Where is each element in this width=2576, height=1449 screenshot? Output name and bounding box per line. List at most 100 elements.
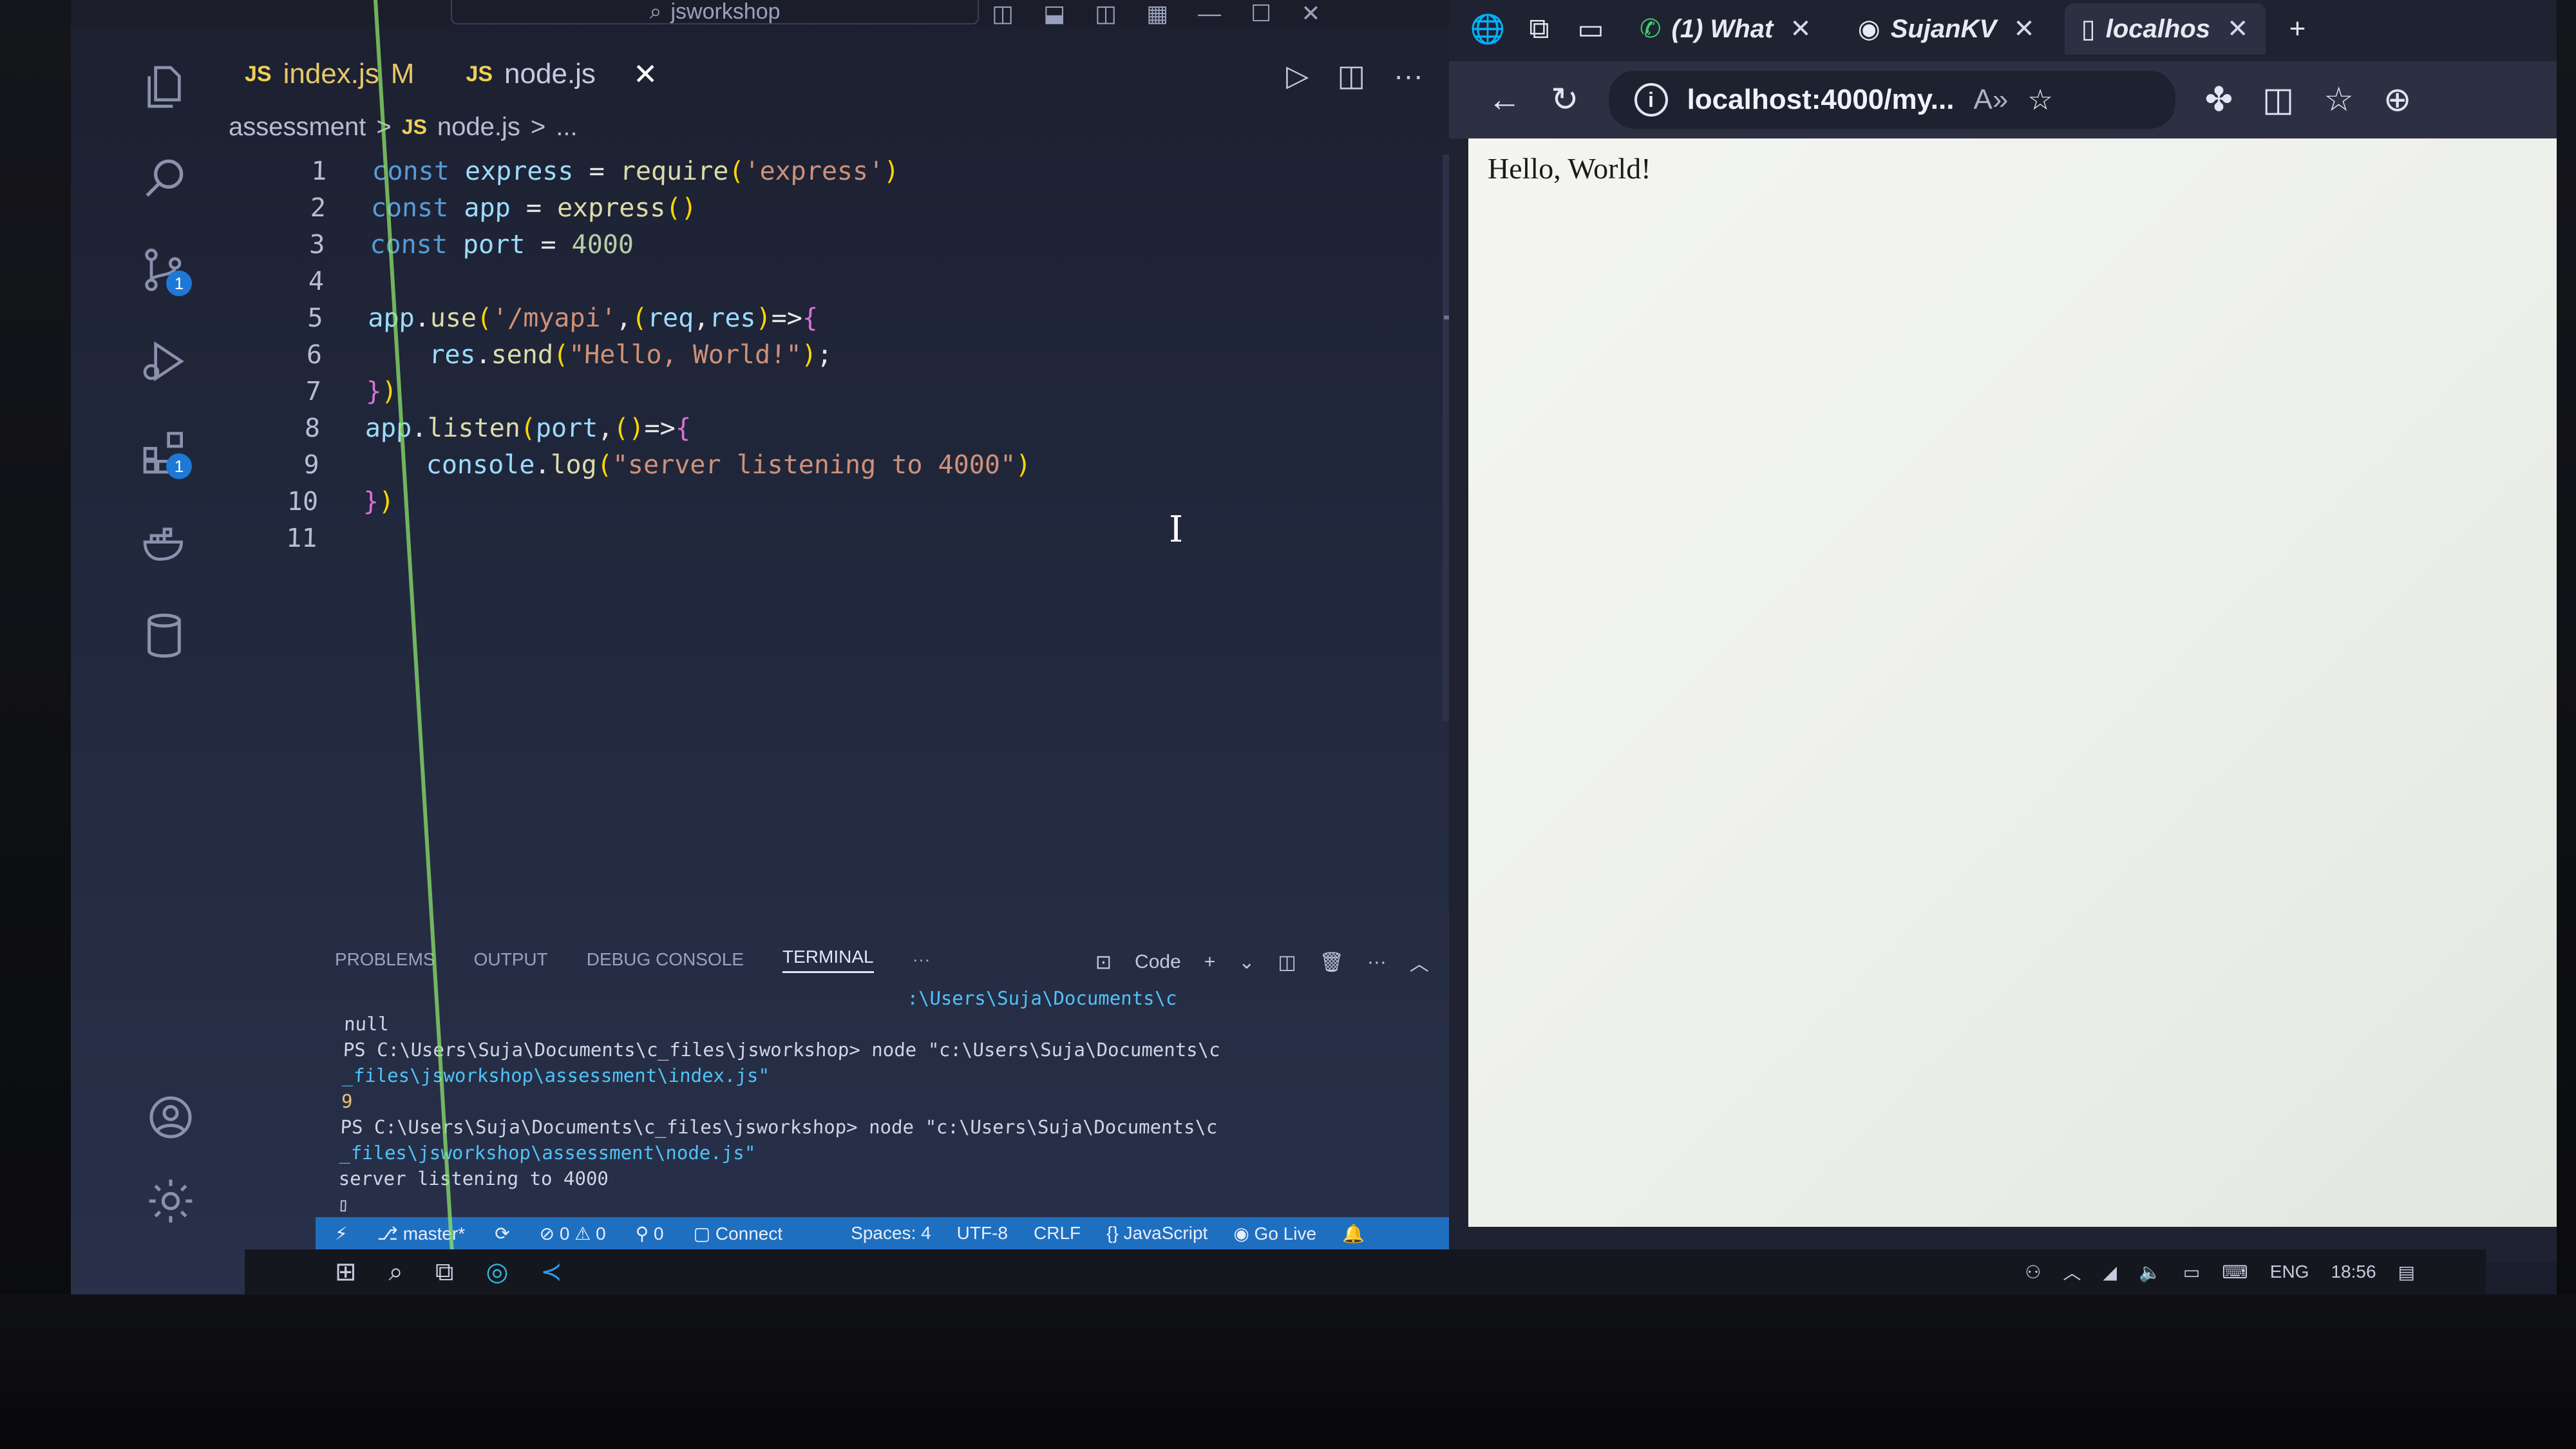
input-language[interactable]: ENG xyxy=(2270,1262,2309,1282)
split-editor-icon[interactable]: ◫ xyxy=(1338,58,1365,93)
connect-status[interactable]: ▢ Connect xyxy=(694,1223,783,1244)
trash-icon[interactable]: 🗑 xyxy=(1320,951,1344,974)
volume-icon[interactable]: 🔈 xyxy=(2139,1262,2161,1283)
back-arrow-icon[interactable]: ← xyxy=(1488,80,1521,119)
close-icon[interactable]: ✕ xyxy=(1301,0,1320,27)
code-line[interactable]: 4 xyxy=(265,263,1036,300)
terminal-output[interactable]: :\Users\Suja\Documents\c null PS C:\Users\… xyxy=(337,985,1222,1217)
more-actions-icon[interactable]: ··· xyxy=(1394,58,1423,93)
breadcrumb-folder[interactable]: assessment xyxy=(229,113,366,142)
notifications-bell-icon[interactable]: 🔔 xyxy=(1342,1223,1365,1244)
tab-debug-console[interactable]: DEBUG CONSOLE xyxy=(587,949,744,970)
refresh-icon[interactable]: ↻ xyxy=(1551,80,1579,119)
close-tab-icon[interactable]: ✕ xyxy=(2013,14,2035,44)
code-text: const port = 4000 xyxy=(369,230,634,260)
tab-terminal[interactable]: TERMINAL xyxy=(782,947,874,973)
clock[interactable]: 18:56 xyxy=(2331,1262,2376,1282)
address-bar[interactable]: i localhost:4000/my... A» ☆ xyxy=(1608,71,2175,129)
breadcrumb: assessment > JS node.js > ... xyxy=(229,113,578,142)
chevron-down-icon[interactable]: ⌄ xyxy=(1238,951,1255,974)
extensions-icon[interactable]: 1 xyxy=(135,424,193,482)
search-icon[interactable]: ⌕ xyxy=(389,1258,403,1287)
chevron-up-icon[interactable]: ︿ xyxy=(2063,1259,2081,1285)
terminal-shell-label[interactable]: Code xyxy=(1135,951,1181,973)
maximize-icon[interactable]: ☐ xyxy=(1251,0,1271,27)
windows-start-icon[interactable]: ⊞ xyxy=(335,1257,357,1287)
panel-more-tabs[interactable]: ··· xyxy=(913,949,931,970)
remote-icon[interactable]: ⚡ xyxy=(335,1223,348,1244)
close-tab-icon[interactable]: ✕ xyxy=(2227,14,2249,44)
new-terminal-icon[interactable]: + xyxy=(1204,951,1216,973)
task-view-icon[interactable]: ⧉ xyxy=(435,1258,454,1287)
close-tab-icon[interactable]: ✕ xyxy=(633,57,658,91)
settings-gear-icon[interactable] xyxy=(142,1172,200,1230)
code-line[interactable]: 5 app.use('/myapi',(req,res)=>{ xyxy=(265,300,1036,337)
read-aloud-icon[interactable]: A» xyxy=(1973,84,2008,116)
go-live-status[interactable]: ◉ Go Live xyxy=(1233,1223,1316,1244)
code-line[interactable]: 8 app.listen(port,()=>{ xyxy=(261,410,1032,447)
problems-status[interactable]: ⊘ 0 ⚠ 0 xyxy=(540,1223,606,1244)
code-line[interactable]: 3 const port = 4000 xyxy=(267,227,1037,263)
maximize-panel-icon[interactable]: ︿ xyxy=(1410,948,1429,976)
customize-layout-icon[interactable]: ▦ xyxy=(1146,0,1168,27)
toggle-sidebar-icon[interactable]: ◫ xyxy=(992,0,1014,27)
explorer-icon[interactable] xyxy=(135,58,193,116)
extensions-puzzle-icon[interactable]: ✤ xyxy=(2205,80,2233,119)
language-status[interactable]: {} JavaScript xyxy=(1106,1223,1208,1244)
tab-output[interactable]: OUTPUT xyxy=(474,949,548,970)
breadcrumb-symbol[interactable]: ... xyxy=(556,113,577,142)
breadcrumb-file[interactable]: node.js xyxy=(437,113,520,142)
ports-status[interactable]: ⚲ 0 xyxy=(636,1223,664,1244)
info-icon[interactable]: i xyxy=(1634,83,1668,117)
code-line[interactable]: 7}) xyxy=(263,374,1034,410)
code-line[interactable]: 9 console.log("server listening to 4000"… xyxy=(261,447,1032,484)
indentation-status[interactable]: Spaces: 4 xyxy=(851,1223,931,1244)
line-number: 1 xyxy=(310,156,328,186)
collections-icon[interactable]: ⊕ xyxy=(2383,80,2412,119)
tab-node-js[interactable]: JS node.js ✕ xyxy=(440,45,683,103)
split-terminal-icon[interactable]: ◫ xyxy=(1278,951,1296,974)
encoding-status[interactable]: UTF-8 xyxy=(957,1223,1008,1244)
minimize-icon[interactable]: — xyxy=(1198,0,1221,27)
more-actions-icon[interactable]: ··· xyxy=(1367,951,1387,973)
notifications-icon[interactable]: ▤ xyxy=(2398,1262,2415,1283)
favorite-star-icon[interactable]: ☆ xyxy=(2027,84,2052,117)
battery-icon[interactable]: ▭ xyxy=(2183,1262,2200,1283)
tab-actions-icon[interactable]: ▭ xyxy=(1571,10,1610,48)
run-debug-icon[interactable] xyxy=(135,332,193,390)
people-icon[interactable]: ⚇ xyxy=(2025,1262,2041,1283)
branch-name: master* xyxy=(402,1223,466,1244)
command-center[interactable]: ⌕ jsworkshop xyxy=(451,0,979,24)
edge-icon[interactable]: ◎ xyxy=(486,1257,508,1287)
eol-status[interactable]: CRLF xyxy=(1034,1223,1081,1244)
code-editor[interactable]: 1 const express = require('express') 2 cons… xyxy=(259,153,1039,557)
database-icon[interactable] xyxy=(135,607,193,665)
browser-tab-localhost[interactable]: ▯ localhos ✕ xyxy=(2064,3,2266,55)
tab-index-js[interactable]: JS index.js M xyxy=(219,45,440,103)
code-line[interactable]: 11 xyxy=(259,520,1030,557)
split-screen-icon[interactable]: ◫ xyxy=(2262,80,2294,119)
tab-problems[interactable]: PROBLEMS xyxy=(335,949,435,970)
favorites-icon[interactable]: ☆ xyxy=(2324,80,2354,119)
browser-tab-github[interactable]: ◉ SujanKV ✕ xyxy=(1841,3,2052,55)
code-line[interactable]: 2 const app = express() xyxy=(267,190,1038,227)
source-control-icon[interactable]: 1 xyxy=(135,241,193,299)
new-tab-icon[interactable]: + xyxy=(2278,10,2317,48)
close-tab-icon[interactable]: ✕ xyxy=(1790,14,1812,44)
search-icon[interactable] xyxy=(135,149,193,207)
toggle-panel-icon[interactable]: ⬓ xyxy=(1043,0,1065,27)
vscode-icon[interactable]: ≺ xyxy=(540,1257,562,1287)
browser-tab-whatsapp[interactable]: ✆ (1) What ✕ xyxy=(1623,3,1828,55)
accounts-icon[interactable] xyxy=(142,1088,200,1146)
docker-icon[interactable] xyxy=(135,515,193,573)
code-line[interactable]: 6 res.send("Hello, World!"); xyxy=(263,337,1034,374)
sync-icon[interactable]: ⟳ xyxy=(495,1223,509,1244)
network-icon[interactable]: ◢ xyxy=(2103,1262,2117,1283)
workspaces-icon[interactable]: ⧉ xyxy=(1520,10,1558,48)
toggle-secondary-sidebar-icon[interactable]: ◫ xyxy=(1095,0,1117,27)
keyboard-icon[interactable]: ⌨ xyxy=(2222,1262,2248,1283)
profile-globe-icon[interactable]: 🌐 xyxy=(1468,10,1507,48)
code-line[interactable]: 10}) xyxy=(260,484,1030,520)
line-number: 5 xyxy=(307,303,324,333)
run-code-icon[interactable]: ▷ xyxy=(1286,58,1309,93)
